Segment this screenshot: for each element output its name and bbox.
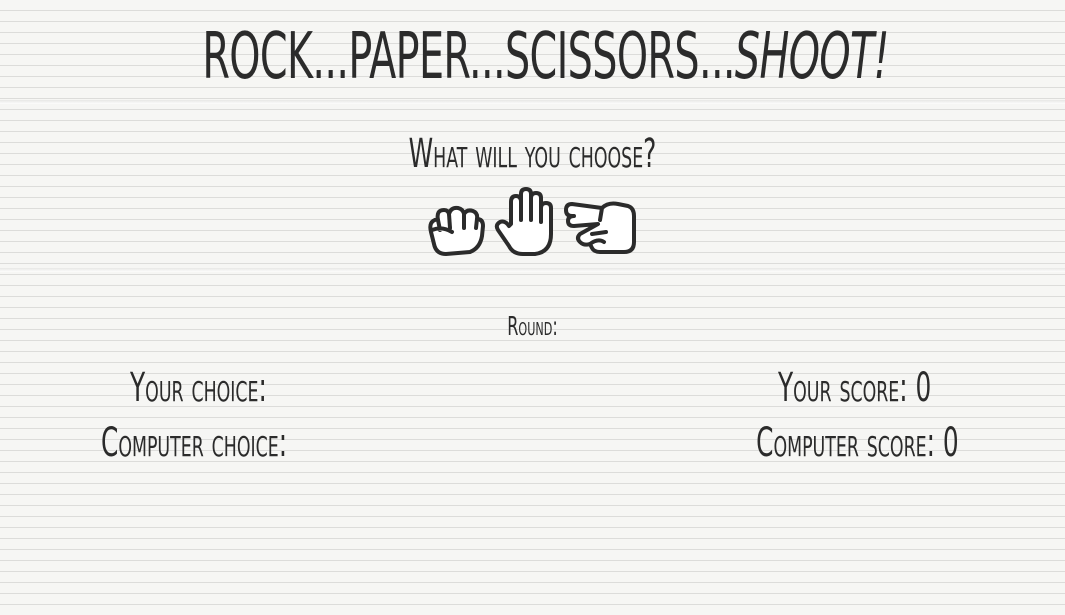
computer-choice-row: Computer choice: [101, 418, 287, 468]
page-title: ROCK...PAPER...SCISSORS...SHOOT! [202, 18, 889, 96]
paper-fold-middle [0, 268, 1065, 272]
your-score-label: Your score: [777, 365, 908, 411]
rock-fist-icon[interactable] [424, 200, 486, 258]
paper-hand-icon[interactable] [493, 186, 557, 258]
computer-choice-label: Computer choice: [101, 420, 288, 466]
choose-prompt: What will you choose? [408, 131, 657, 177]
your-score-row: Your score: 0 [778, 363, 931, 413]
computer-score-row: Computer score: 0 [756, 418, 959, 468]
round-label: Round: [507, 312, 558, 342]
scissors-hand-icon[interactable] [564, 196, 636, 258]
your-choice-label: Your choice: [130, 365, 267, 411]
title-main: ROCK...PAPER...SCISSORS... [202, 20, 735, 94]
your-choice-row: Your choice: [130, 363, 267, 413]
your-score-value: 0 [915, 365, 931, 411]
title-emphasis: SHOOT! [734, 20, 890, 94]
paper-fold-top [0, 100, 1065, 104]
choice-buttons [424, 186, 636, 258]
computer-score-label: Computer score: [756, 420, 936, 466]
round-indicator: Round: [202, 312, 862, 342]
computer-score-value: 0 [943, 420, 959, 466]
